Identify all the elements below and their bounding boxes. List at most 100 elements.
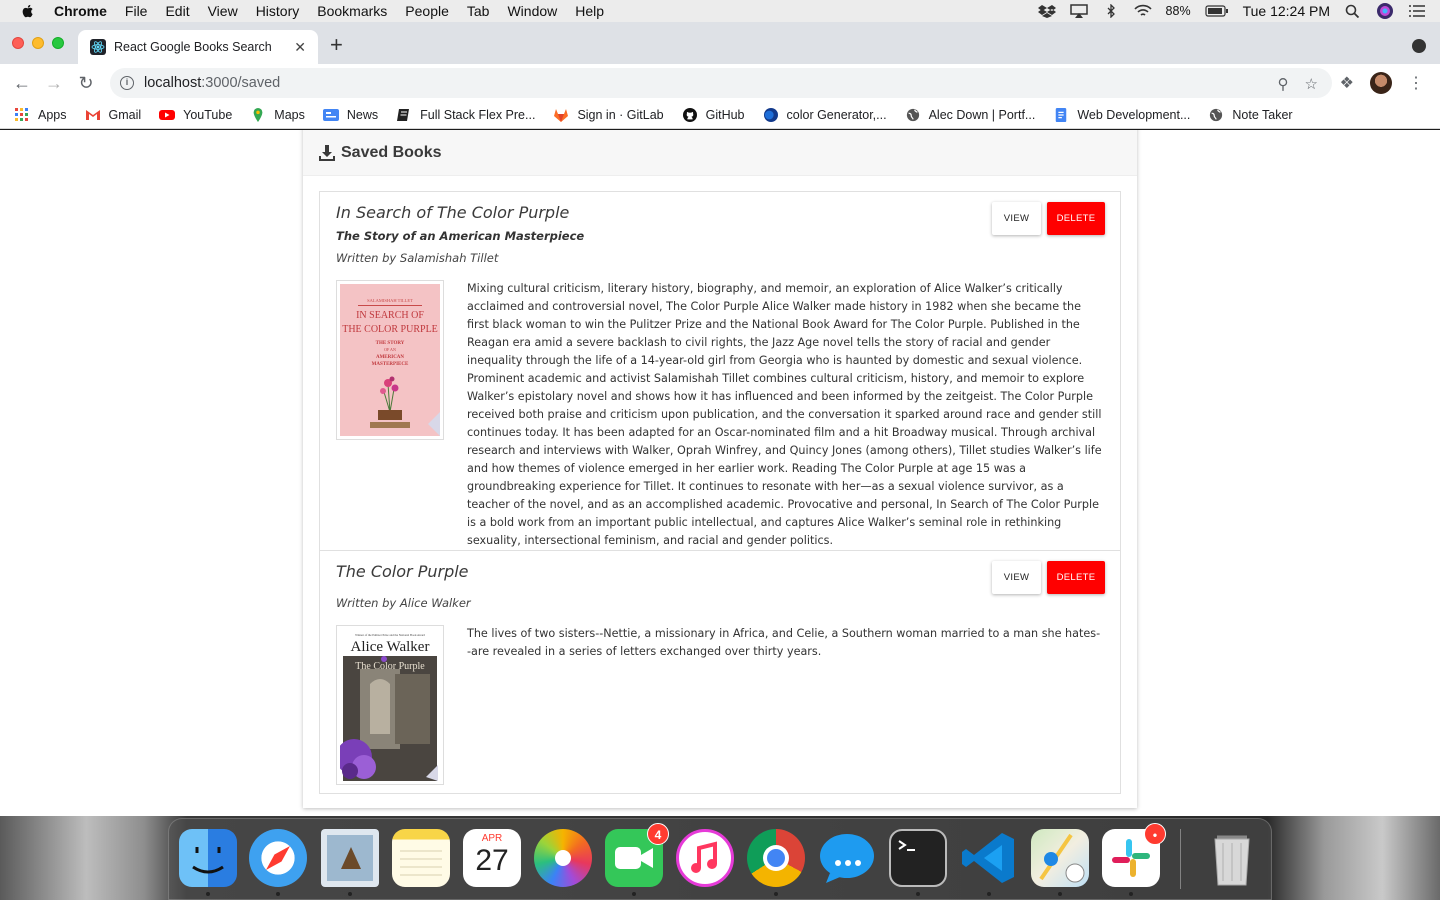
globe-icon	[906, 108, 919, 122]
window-close-button[interactable]	[12, 37, 24, 49]
reload-icon[interactable]: ↻	[76, 73, 96, 93]
gmail-icon	[85, 110, 100, 120]
saved-books-header: Saved Books	[303, 130, 1137, 176]
window-zoom-button[interactable]	[52, 37, 64, 49]
siri-icon[interactable]	[1376, 2, 1394, 20]
view-button[interactable]: VIEW	[992, 202, 1041, 235]
bookmark-label: GitHub	[705, 108, 745, 122]
book-title: In Search of The Color Purple	[336, 203, 570, 222]
in-search-of-the-color-purple-cover: SALAMISHAH TILLET IN SEARCH OF THE COLOR…	[340, 284, 440, 436]
running-indicator	[1129, 892, 1133, 896]
bookmark-youtube[interactable]: YouTube	[159, 108, 232, 122]
dropbox-icon[interactable]	[1037, 4, 1056, 18]
messages-icon[interactable]	[818, 829, 876, 887]
saved-books-list: In Search of The Color Purple The Story …	[319, 191, 1121, 794]
cover-sub4: MASTERPIECE	[372, 362, 409, 367]
book-item: In Search of The Color Purple The Story …	[320, 192, 1120, 551]
delete-button[interactable]: DELETE	[1047, 202, 1105, 235]
bookmark-label: Web Development...	[1077, 108, 1191, 122]
bookmark-star-icon[interactable]: ☆	[1305, 75, 1318, 93]
view-button[interactable]: VIEW	[992, 561, 1041, 594]
zoom-magnifier-icon[interactable]: ⚲	[1278, 75, 1289, 93]
vscode-icon[interactable]	[960, 829, 1018, 887]
apple-logo-icon[interactable]	[20, 3, 36, 19]
menu-view[interactable]: View	[208, 3, 238, 19]
notes-icon[interactable]	[392, 829, 450, 887]
bookmark-label: Alec Down | Portf...	[928, 108, 1036, 122]
notification-center-icon[interactable]	[1408, 4, 1426, 18]
bookmark-full-stack-flex[interactable]: Full Stack Flex Pre...	[396, 108, 535, 122]
bookmark-github[interactable]: GitHub	[682, 108, 745, 122]
extensions-puzzle-icon[interactable]: ❖	[1340, 73, 1354, 93]
globe-icon	[1210, 108, 1223, 122]
address-bar[interactable]: i localhost:3000/saved ⚲ ☆	[110, 68, 1332, 98]
menu-history[interactable]: History	[256, 3, 300, 19]
news-icon	[322, 109, 339, 121]
bookmark-gmail[interactable]: Gmail	[85, 108, 141, 122]
tab-title: React Google Books Search	[114, 40, 272, 54]
dock-separator	[1180, 829, 1181, 889]
menu-help[interactable]: Help	[575, 3, 604, 19]
terminal-icon[interactable]	[889, 829, 947, 887]
forward-arrow-icon[interactable]: →	[44, 73, 64, 93]
trash-icon[interactable]	[1203, 829, 1261, 887]
menu-tab[interactable]: Tab	[467, 3, 490, 19]
delete-button[interactable]: DELETE	[1047, 561, 1105, 594]
cover-award: Winner of the Pulitzer Prize and the Nat…	[355, 633, 425, 637]
bookmark-apps[interactable]: Apps	[14, 108, 67, 122]
book-cover-image[interactable]: Winner of the Pulitzer Prize and the Nat…	[336, 625, 444, 785]
cover-author: Alice Walker	[351, 639, 430, 655]
menu-people[interactable]: People	[405, 3, 449, 19]
menubar-status-area: 88% Tue 12:24 PM	[1037, 0, 1440, 22]
menu-file[interactable]: File	[125, 3, 148, 19]
window-minimize-button[interactable]	[32, 37, 44, 49]
spotlight-search-icon[interactable]	[1344, 4, 1362, 18]
bookmark-color-generator[interactable]: color Generator,...	[763, 108, 887, 122]
bookmark-label: color Generator,...	[786, 108, 887, 122]
menu-app-name[interactable]: Chrome	[54, 3, 107, 19]
chrome-icon[interactable]	[747, 829, 805, 887]
running-indicator	[206, 892, 210, 896]
calendar-icon[interactable]: APR 27	[463, 829, 521, 887]
maps-icon[interactable]	[1031, 829, 1089, 887]
mail-icon[interactable]	[321, 829, 379, 887]
notebook-icon	[397, 109, 410, 121]
bookmark-web-development[interactable]: Web Development...	[1053, 108, 1190, 122]
bookmark-maps[interactable]: Maps	[250, 108, 305, 122]
browser-toolbar: ← → ↻ i localhost:3000/saved ⚲ ☆ ❖ ⋮	[0, 64, 1440, 102]
menu-edit[interactable]: Edit	[165, 3, 189, 19]
book-description: The lives of two sisters--Nettie, a miss…	[467, 627, 1101, 658]
finder-icon[interactable]	[179, 829, 237, 887]
profile-avatar[interactable]	[1370, 72, 1392, 94]
book-author: Written by Alice Walker	[336, 596, 471, 610]
new-tab-plus-icon[interactable]: +	[330, 32, 343, 58]
back-arrow-icon[interactable]: ←	[12, 73, 32, 93]
battery-icon[interactable]	[1204, 4, 1229, 18]
tab-close-icon[interactable]: ✕	[294, 39, 306, 56]
book-body: SALAMISHAH TILLET IN SEARCH OF THE COLOR…	[336, 280, 1104, 550]
safari-icon[interactable]	[249, 829, 307, 887]
bluetooth-icon[interactable]	[1102, 4, 1120, 18]
slack-icon[interactable]: •	[1102, 823, 1166, 887]
bookmark-gitlab[interactable]: Sign in · GitLab	[553, 108, 664, 122]
book-cover-image[interactable]: SALAMISHAH TILLET IN SEARCH OF THE COLOR…	[336, 280, 444, 440]
browser-tab-active[interactable]: React Google Books Search ✕	[78, 30, 318, 64]
bookmark-alec-down[interactable]: Alec Down | Portf...	[905, 108, 1036, 122]
wifi-icon[interactable]	[1133, 4, 1152, 18]
menu-window[interactable]: Window	[507, 3, 557, 19]
bookmark-news[interactable]: News	[322, 108, 378, 122]
photos-icon[interactable]	[534, 829, 592, 887]
music-icon[interactable]	[676, 829, 734, 887]
url-path: :3000/saved	[201, 75, 281, 91]
site-info-icon[interactable]: i	[120, 76, 134, 90]
calendar-day: 27	[475, 844, 509, 877]
bookmark-note-taker[interactable]: Note Taker	[1208, 108, 1293, 122]
running-indicator	[1058, 892, 1062, 896]
clock[interactable]: Tue 12:24 PM	[1243, 3, 1330, 19]
youtube-icon	[159, 110, 176, 120]
menu-bookmarks[interactable]: Bookmarks	[317, 3, 387, 19]
airplay-icon[interactable]	[1069, 4, 1088, 18]
facetime-icon[interactable]: 4	[605, 823, 669, 887]
tab-search-chevron-icon[interactable]	[1412, 39, 1426, 53]
chrome-menu-icon[interactable]: ⋮	[1408, 73, 1424, 93]
